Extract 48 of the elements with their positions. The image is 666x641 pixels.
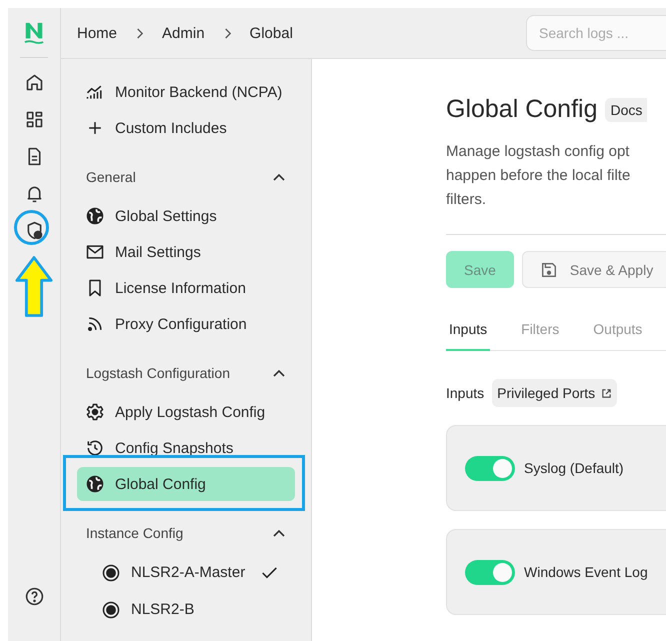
help-icon[interactable] [24,586,44,607]
nav-item[interactable]: Mail Settings [77,235,295,269]
page-title: Global Config [446,95,598,124]
nav-item[interactable]: Global Config [77,467,295,501]
description-text: Manage logstash config opt [446,142,630,162]
radio-icon [101,562,121,582]
globe-icon [85,474,105,494]
breadcrumb-link[interactable]: Admin [162,24,205,42]
section-heading: Instance Config [86,525,184,541]
nav-item[interactable]: License Information [77,271,295,305]
home-icon[interactable] [24,72,44,93]
collapse-caret-icon[interactable] [273,369,285,377]
radio-icon [101,600,121,620]
globe-icon [85,206,105,226]
floppy-disk-icon [540,260,558,278]
gear-icon [85,402,105,422]
input-name: Syslog (Default) [524,460,624,476]
external-link-icon [601,388,612,398]
pointer-arrow [15,255,53,319]
nav-item[interactable]: Proxy Configuration [77,307,295,341]
nav-item[interactable]: Monitor Backend (NCPA) [77,75,295,109]
collapse-caret-icon[interactable] [273,173,285,181]
privileged-ports-link[interactable]: Privileged Ports [492,379,618,407]
breadcrumb-link[interactable]: Home [77,24,118,42]
instance-item[interactable]: NLSR2-A-Master [77,555,295,590]
tab[interactable]: Inputs [446,321,490,351]
history-icon [85,438,105,458]
nav-item[interactable]: Apply Logstash Config [77,395,295,429]
toggle-switch[interactable] [465,456,515,480]
section-label: Inputs [446,385,484,401]
section-heading: General [86,169,136,185]
instance-item[interactable]: NLSR2-B [77,592,295,627]
description-text: happen before the local filte [446,166,632,186]
breadcrumb-link[interactable]: Global [250,24,293,42]
docs-link[interactable]: Docs [605,98,648,122]
collapse-caret-icon[interactable] [273,529,285,537]
search-field[interactable]: Search logs ... [526,15,666,51]
nav-item[interactable]: Global Settings [77,199,295,233]
description-text: filters. [446,190,488,210]
input-name: Windows Event Log [524,564,648,580]
section-heading: Logstash Configuration [86,365,230,381]
highlight-circle [14,210,48,245]
chevron-right-icon [222,26,232,40]
toggle-switch[interactable] [465,560,515,584]
nav-item[interactable]: Custom Includes [77,111,295,145]
nav-item[interactable]: Config Snapshots [77,431,295,465]
chevron-right-icon [135,26,144,40]
dashboard-icon[interactable] [24,109,44,130]
